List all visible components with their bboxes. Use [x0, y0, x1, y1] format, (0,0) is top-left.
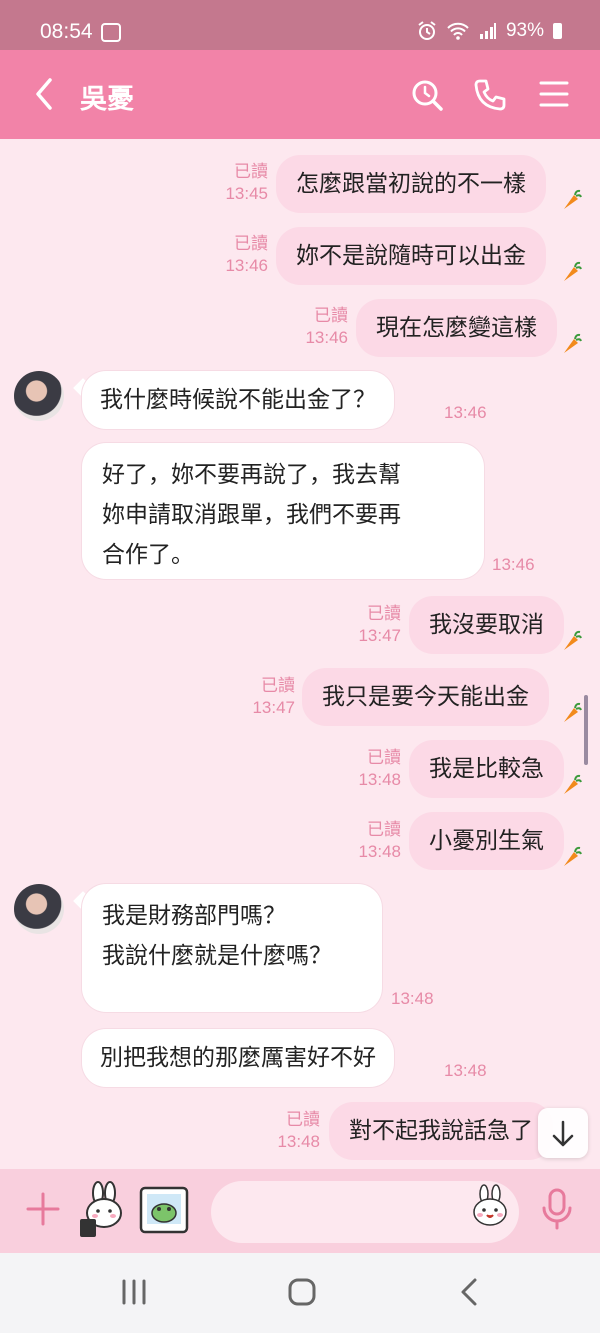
carrot-icon: [564, 774, 582, 794]
message-time: 13:46: [444, 403, 487, 422]
scroll-down-icon: [552, 1120, 574, 1147]
sent-message[interactable]: 現在怎麼變這樣: [356, 299, 557, 357]
message-meta: 已讀 13:46: [305, 306, 348, 347]
received-message[interactable]: 好了，妳不要再說了，我去幫 妳申請取消跟單，我們不要再 合作了。: [82, 443, 484, 579]
sent-message[interactable]: 對不起我說話急了: [329, 1102, 553, 1160]
sent-message[interactable]: 我只是要今天能出金: [302, 668, 549, 726]
message-line: 我是財務部門嗎？: [102, 903, 286, 929]
message-line: 妳申請取消跟單，我們不要再: [102, 502, 401, 528]
message-meta: 已讀 13:46: [225, 234, 268, 275]
message-time: 13:46: [492, 555, 535, 574]
recent-apps-icon[interactable]: [120, 1277, 148, 1307]
signal-icon: [479, 23, 496, 39]
sent-message[interactable]: 妳不是說隨時可以出金: [276, 227, 546, 285]
message-time: 13:48: [444, 1061, 487, 1080]
sticker-icon[interactable]: [74, 1181, 130, 1239]
plus-icon[interactable]: [25, 1191, 61, 1227]
received-message[interactable]: 我什麼時候說不能出金了？: [82, 371, 394, 429]
message-list[interactable]: 已讀 13:45 怎麼跟當初說的不一樣 已讀 13:46 妳不是說隨時可以出金 已讀…: [0, 139, 600, 1169]
message-input[interactable]: [231, 1195, 461, 1229]
sent-message[interactable]: 我是比較急: [409, 740, 564, 798]
message-meta: 已讀 13:47: [252, 676, 295, 717]
received-message[interactable]: 我是財務部門嗎？ 我說什麼就是什麼嗎？: [82, 884, 382, 1012]
system-nav-bar: [0, 1253, 600, 1333]
avatar[interactable]: [14, 884, 64, 934]
scroll-to-bottom-button[interactable]: [538, 1108, 588, 1158]
back-icon[interactable]: [458, 1277, 480, 1307]
avatar[interactable]: [14, 371, 64, 421]
menu-icon[interactable]: [539, 78, 569, 110]
sent-message[interactable]: 怎麼跟當初說的不一樣: [276, 155, 546, 213]
status-time: 08:54: [40, 20, 93, 43]
carrot-icon: [564, 702, 582, 722]
sent-message[interactable]: 我沒要取消: [409, 596, 564, 654]
carrot-icon: [564, 846, 582, 866]
message-meta: 已讀 13:48: [358, 748, 401, 789]
message-meta: 已讀 13:48: [358, 820, 401, 861]
gallery-icon[interactable]: [138, 1185, 190, 1235]
carrot-icon: [564, 189, 582, 209]
message-line: 好了，妳不要再說了，我去幫: [102, 462, 401, 488]
carrot-icon: [564, 261, 582, 281]
notification-icon: [101, 23, 121, 42]
battery-icon: [553, 23, 562, 39]
mic-icon[interactable]: [540, 1187, 574, 1231]
message-meta: 已讀 13:48: [277, 1110, 320, 1151]
emoji-icon[interactable]: [468, 1184, 512, 1228]
alarm-icon: [418, 21, 436, 40]
contact-name: 吳憂: [80, 84, 134, 115]
scrollbar[interactable]: [584, 695, 588, 765]
battery-percent: 93%: [505, 20, 544, 41]
sent-message[interactable]: 小憂別生氣: [409, 812, 564, 870]
search-icon[interactable]: [410, 78, 444, 112]
carrot-icon: [564, 333, 582, 353]
status-bar: 08:54 93%: [0, 0, 600, 50]
message-meta: 已讀 13:45: [225, 162, 268, 203]
home-icon[interactable]: [287, 1277, 317, 1307]
carrot-icon: [564, 630, 582, 650]
message-line: 我說什麼就是什麼嗎？: [102, 943, 332, 969]
message-meta: 已讀 13:47: [358, 604, 401, 645]
received-message[interactable]: 別把我想的那麼厲害好不好: [82, 1029, 394, 1087]
phone-icon[interactable]: [473, 78, 507, 112]
back-arrow-icon[interactable]: [34, 78, 54, 110]
wifi-icon: [447, 22, 469, 40]
message-line: 合作了。: [102, 542, 194, 568]
message-time: 13:48: [391, 989, 434, 1008]
chat-header: 吳憂: [0, 50, 600, 139]
